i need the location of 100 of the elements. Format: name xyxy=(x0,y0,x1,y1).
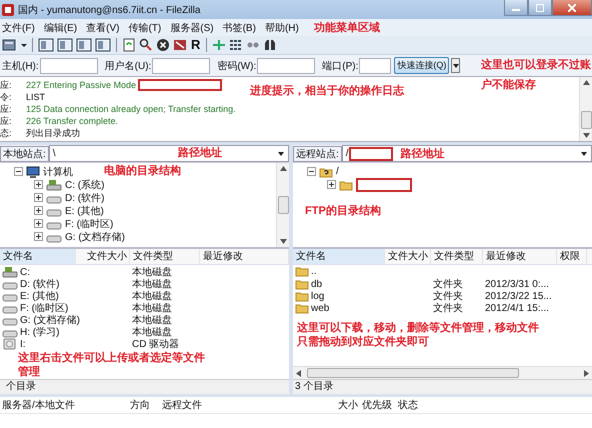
column-header[interactable]: 文件大小 xyxy=(76,249,130,264)
file-name[interactable]: log xyxy=(293,290,385,302)
drive-icon xyxy=(46,178,62,190)
site-label: 本地站点: xyxy=(0,146,49,162)
annotation: 这里也可以登录不过账 xyxy=(481,58,591,72)
caret-icon[interactable] xyxy=(278,150,284,156)
log-text: 列出目录成功 xyxy=(26,126,80,140)
column-header[interactable]: 方向 xyxy=(128,398,160,412)
expand-icon[interactable] xyxy=(34,219,43,228)
table-cell-text: 本地磁盘 xyxy=(131,278,173,290)
menu-item[interactable]: 编辑(E) xyxy=(42,20,84,34)
dropdown-button[interactable] xyxy=(451,58,460,73)
input-field[interactable] xyxy=(152,58,210,74)
caret-icon[interactable] xyxy=(581,150,587,156)
binoculars-icon[interactable] xyxy=(263,38,278,52)
collapse-icon[interactable] xyxy=(14,167,23,176)
expand-icon[interactable] xyxy=(34,206,43,215)
expand-icon[interactable] xyxy=(327,180,336,189)
table-cell-text: 本地磁盘 xyxy=(131,314,173,326)
app-icon xyxy=(2,4,14,16)
column-header[interactable]: 最近修改 xyxy=(483,249,557,264)
file-name[interactable]: H: (学习) xyxy=(0,325,76,339)
file-name[interactable]: E: (其他) xyxy=(0,289,76,303)
column-header[interactable]: 最近修改 xyxy=(200,249,289,264)
scrollbar[interactable] xyxy=(579,77,592,141)
log-label: 应: xyxy=(0,78,13,92)
close-button[interactable] xyxy=(552,0,592,16)
input-field[interactable] xyxy=(359,58,392,74)
field-label: 端口(P): xyxy=(322,60,358,72)
tree-item[interactable]: G: (文档存储) xyxy=(0,230,125,243)
tree-item[interactable]: / xyxy=(293,165,339,178)
table-cell-text: 2012/3/31 0:... xyxy=(484,278,550,290)
field-label: 用户名(U): xyxy=(104,60,152,72)
menu-item[interactable]: 帮助(H) xyxy=(262,20,306,34)
file-name[interactable]: F: (临时区) xyxy=(0,301,76,315)
input-field[interactable] xyxy=(40,58,98,74)
file-name[interactable]: D: (软件) xyxy=(0,277,76,291)
path-field[interactable]: \ 路径地址 xyxy=(48,145,289,162)
minimize-button[interactable] xyxy=(504,0,528,16)
folder-icon xyxy=(295,302,309,314)
panel-icon[interactable] xyxy=(57,38,73,52)
server-icon[interactable] xyxy=(2,38,18,52)
scroll-thumb[interactable] xyxy=(278,196,288,214)
panel-icon[interactable] xyxy=(95,38,111,52)
refresh-icon[interactable] xyxy=(122,38,136,52)
column-header[interactable]: 文件类型 xyxy=(431,249,483,264)
table-cell-text: 文件夹 xyxy=(432,278,464,290)
disconnect-icon[interactable] xyxy=(173,38,187,52)
tree-item[interactable]: F: (临时区) xyxy=(0,217,114,230)
annotation: 路径地址 xyxy=(178,146,222,160)
quickconnect-button[interactable]: 快速连接(Q) xyxy=(394,57,450,74)
scrollbar[interactable] xyxy=(293,366,592,379)
annotation: 这里可以下载，移动，删除等文件管理，移动文件 xyxy=(297,321,539,335)
column-header[interactable]: 文件大小 xyxy=(385,249,431,264)
menu-item[interactable]: 查看(V) xyxy=(84,20,126,34)
scroll-thumb[interactable] xyxy=(307,368,519,378)
annotation: 路径地址 xyxy=(400,146,445,160)
annotation: 管理 xyxy=(18,365,40,379)
expand-icon[interactable] xyxy=(34,193,43,202)
cancel-icon[interactable] xyxy=(156,38,170,52)
column-header[interactable]: 权限 xyxy=(557,249,587,264)
panel-icon[interactable] xyxy=(38,38,54,52)
column-header[interactable]: 文件名 xyxy=(293,249,385,264)
maximize-button[interactable] xyxy=(528,0,552,16)
expand-icon[interactable] xyxy=(34,180,43,189)
path-field[interactable]: / 路径地址 xyxy=(342,145,592,162)
column-header[interactable]: 状态 xyxy=(396,398,438,412)
collapse-icon[interactable] xyxy=(307,167,316,176)
column-header[interactable]: 文件类型 xyxy=(130,249,200,264)
expand-icon[interactable] xyxy=(34,232,43,241)
menu-item[interactable]: 文件(F) xyxy=(0,20,42,34)
column-header[interactable]: 大小 xyxy=(336,398,360,412)
menu-item[interactable]: 服务器(S) xyxy=(168,20,221,34)
annotation: FTP的目录结构 xyxy=(305,204,381,218)
field-label: 密码(W): xyxy=(217,60,256,72)
column-header[interactable]: 优先级 xyxy=(360,398,396,412)
menu-item[interactable]: 书签(B) xyxy=(220,20,263,34)
menu-item[interactable]: 传输(T) xyxy=(126,20,168,34)
magnifier-icon[interactable] xyxy=(139,38,153,52)
input-field[interactable] xyxy=(257,58,316,74)
panel-icon[interactable] xyxy=(76,38,92,52)
column-header[interactable]: 文件名 xyxy=(0,249,76,264)
file-name[interactable]: db xyxy=(293,278,385,290)
reconnect-button[interactable]: R xyxy=(190,38,202,52)
caret-icon xyxy=(452,62,459,68)
column-header[interactable]: 远程文件 xyxy=(160,398,312,412)
scrollbar[interactable] xyxy=(276,163,289,247)
column-header[interactable]: 服务器/本地文件 xyxy=(0,398,128,412)
tree-item[interactable]: E: (其他) xyxy=(0,204,104,217)
log-label: 态: xyxy=(0,126,13,140)
drive-icon xyxy=(2,266,18,278)
tree-item[interactable]: 计算机 xyxy=(0,165,73,178)
log-label: 令: xyxy=(0,90,13,104)
scroll-thumb[interactable] xyxy=(580,111,592,129)
tree-item[interactable]: D: (软件) xyxy=(0,191,104,204)
tree-item[interactable]: C: (系统) xyxy=(0,178,104,191)
file-name[interactable]: C: xyxy=(0,266,76,278)
file-name[interactable]: .. xyxy=(293,265,385,277)
file-name[interactable]: I: xyxy=(0,338,76,350)
file-name[interactable]: web xyxy=(293,302,385,314)
